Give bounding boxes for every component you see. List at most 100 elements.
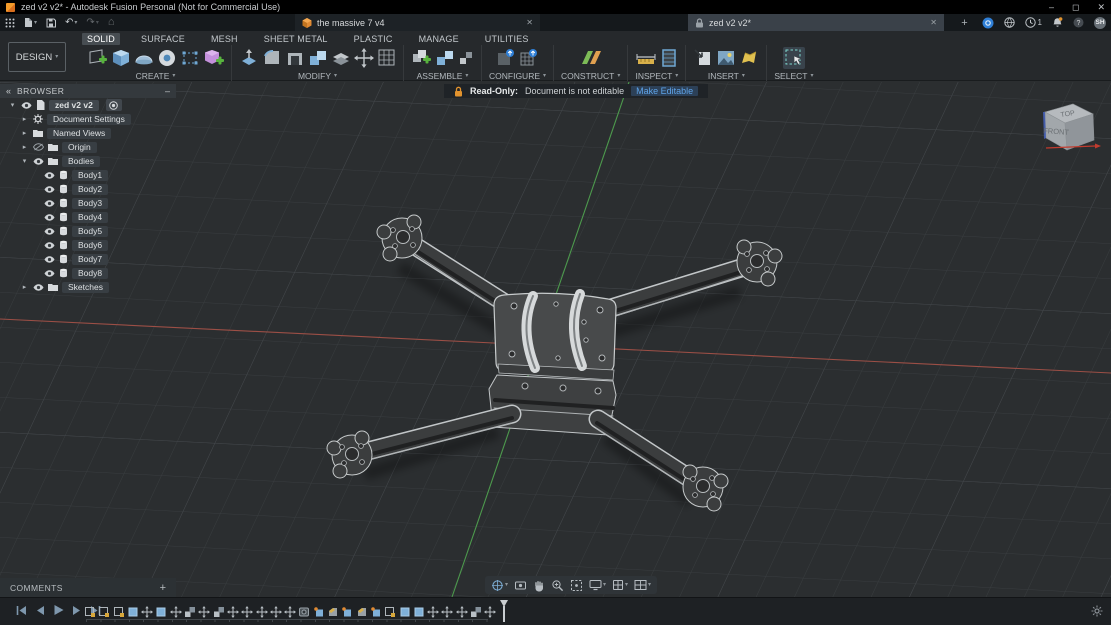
timeline-playhead[interactable] <box>500 602 508 622</box>
activity-clock-icon[interactable]: 1 <box>1025 17 1042 28</box>
job-status-icon[interactable] <box>1004 17 1015 28</box>
visibility-eye-icon[interactable] <box>33 158 44 165</box>
timeline-feature-move-icon[interactable] <box>484 605 498 619</box>
construction-plane-icon[interactable] <box>578 48 604 68</box>
chevron-right-icon[interactable]: ▸ <box>20 283 29 291</box>
visibility-eye-off-icon[interactable] <box>33 143 44 151</box>
visibility-eye-icon[interactable] <box>44 270 55 277</box>
home-button[interactable]: ⌂ <box>108 17 115 28</box>
browser-body-row[interactable]: Body7 <box>0 252 176 266</box>
timeline-feature-sketch-icon[interactable] <box>113 605 127 619</box>
tab-zed-v2-v2[interactable]: zed v2 v2* ✕ <box>688 14 944 31</box>
group-label-insert[interactable]: INSERT▾ <box>708 71 745 81</box>
visibility-eye-icon[interactable] <box>44 200 55 207</box>
timeline-feature-component-icon[interactable] <box>370 605 384 619</box>
fillet-icon[interactable] <box>262 49 282 67</box>
orbit-tool[interactable]: ▾ <box>491 579 508 592</box>
timeline-feature-move-icon[interactable] <box>284 605 298 619</box>
group-label-create[interactable]: CREATE▾ <box>136 71 176 81</box>
timeline-feature-move-icon[interactable] <box>141 605 155 619</box>
timeline-feature-extrude-icon[interactable] <box>127 605 141 619</box>
tab-close-icon[interactable]: ✕ <box>930 18 937 27</box>
form-dome-icon[interactable] <box>134 49 154 67</box>
timeline-feature-sketch-icon[interactable] <box>98 605 112 619</box>
timeline-feature-sketch-icon[interactable] <box>84 605 98 619</box>
timeline-feature-form-icon[interactable] <box>298 605 312 619</box>
browser-minimize-icon[interactable]: – <box>165 86 170 96</box>
tab-manage[interactable]: MANAGE <box>414 33 464 45</box>
add-comment-button[interactable]: + <box>160 582 166 594</box>
timeline-feature-extrude-icon[interactable] <box>155 605 169 619</box>
group-label-modify[interactable]: MODIFY▾ <box>298 71 337 81</box>
pan-tool[interactable] <box>533 579 545 592</box>
timeline-feature-move-icon[interactable] <box>198 605 212 619</box>
visibility-eye-icon[interactable] <box>21 102 32 109</box>
new-component-icon[interactable] <box>411 48 432 68</box>
new-body-box-icon[interactable] <box>111 48 131 68</box>
group-label-construct[interactable]: CONSTRUCT▾ <box>561 71 620 81</box>
browser-item-origin[interactable]: ▸ Origin <box>0 140 176 154</box>
tspline-box-icon[interactable] <box>180 49 200 67</box>
viewcube[interactable]: TOP FRONT <box>1031 92 1103 158</box>
timeline-feature-move-icon[interactable] <box>456 605 470 619</box>
revolve-icon[interactable] <box>157 48 177 68</box>
save-button[interactable] <box>46 18 56 28</box>
extensions-icon[interactable] <box>982 17 994 29</box>
visibility-eye-icon[interactable] <box>44 172 55 179</box>
browser-body-row[interactable]: Body5 <box>0 224 176 238</box>
new-tab-button[interactable]: + <box>957 15 972 30</box>
press-pull-icon[interactable] <box>239 48 259 68</box>
comments-bar[interactable]: COMMENTS + <box>0 578 176 597</box>
notification-bell-icon[interactable] <box>1052 17 1063 28</box>
joint-icon[interactable] <box>435 48 455 68</box>
chevron-right-icon[interactable]: ▸ <box>20 143 29 151</box>
timeline-feature-move-icon[interactable] <box>270 605 284 619</box>
create-form-icon[interactable] <box>203 48 224 68</box>
select-tool-icon[interactable] <box>784 48 804 68</box>
viewports-tool[interactable]: ▾ <box>634 579 651 591</box>
workspace-switcher[interactable]: DESIGN▾ <box>8 42 66 72</box>
visibility-eye-icon[interactable] <box>44 242 55 249</box>
tab-utilities[interactable]: UTILITIES <box>480 33 534 45</box>
tab-surface[interactable]: SURFACE <box>136 33 190 45</box>
timeline-feature-combine-icon[interactable] <box>184 605 198 619</box>
timeline-feature-sketch-icon[interactable] <box>384 605 398 619</box>
browser-root-row[interactable]: ▾ zed v2 v2 <box>0 98 176 112</box>
browser-body-row[interactable]: Body3 <box>0 196 176 210</box>
help-icon[interactable]: ? <box>1073 17 1084 28</box>
rigid-group-icon[interactable] <box>458 50 474 66</box>
tab-close-icon[interactable]: ✕ <box>526 18 533 27</box>
chevron-right-icon[interactable]: ▸ <box>20 115 29 123</box>
maximize-button[interactable]: ◻ <box>1072 2 1079 13</box>
look-at-tool[interactable] <box>514 580 527 591</box>
tab-sheet-metal[interactable]: SHEET METAL <box>259 33 333 45</box>
timeline-feature-move-icon[interactable] <box>227 605 241 619</box>
viewport-canvas[interactable]: « BROWSER – ▾ zed v2 v2 ▸ Document Setti… <box>0 82 1111 597</box>
group-label-configure[interactable]: CONFIGURE▾ <box>489 71 546 81</box>
zoom-tool[interactable] <box>551 579 564 592</box>
fit-tool[interactable] <box>570 579 583 592</box>
timeline-feature-move-icon[interactable] <box>427 605 441 619</box>
browser-body-row[interactable]: Body1 <box>0 168 176 182</box>
timeline-feature-move-icon[interactable] <box>241 605 255 619</box>
browser-body-row[interactable]: Body8 <box>0 266 176 280</box>
close-button[interactable]: ✕ <box>1097 2 1105 13</box>
timeline-feature-component-icon[interactable] <box>313 605 327 619</box>
group-label-select[interactable]: SELECT▾ <box>774 71 813 81</box>
configuration-table-icon[interactable] <box>519 48 539 68</box>
group-label-assemble[interactable]: ASSEMBLE▾ <box>417 71 469 81</box>
browser-item-bodies[interactable]: ▾ Bodies <box>0 154 176 168</box>
offset-face-icon[interactable] <box>331 49 351 67</box>
insert-derive-icon[interactable] <box>693 48 713 68</box>
timeline-feature-combine-icon[interactable] <box>213 605 227 619</box>
browser-header[interactable]: « BROWSER – <box>0 84 176 98</box>
timeline-feature-chamfer-icon[interactable] <box>327 605 341 619</box>
visibility-eye-icon[interactable] <box>33 284 44 291</box>
minimize-button[interactable]: – <box>1049 2 1054 13</box>
configuration-icon[interactable] <box>496 48 516 68</box>
tab-solid[interactable]: SOLID <box>82 33 120 45</box>
timeline-feature-move-icon[interactable] <box>441 605 455 619</box>
visibility-eye-icon[interactable] <box>44 186 55 193</box>
grid-snaps-tool[interactable]: ▾ <box>612 579 628 591</box>
browser-item-named-views[interactable]: ▸ Named Views <box>0 126 176 140</box>
